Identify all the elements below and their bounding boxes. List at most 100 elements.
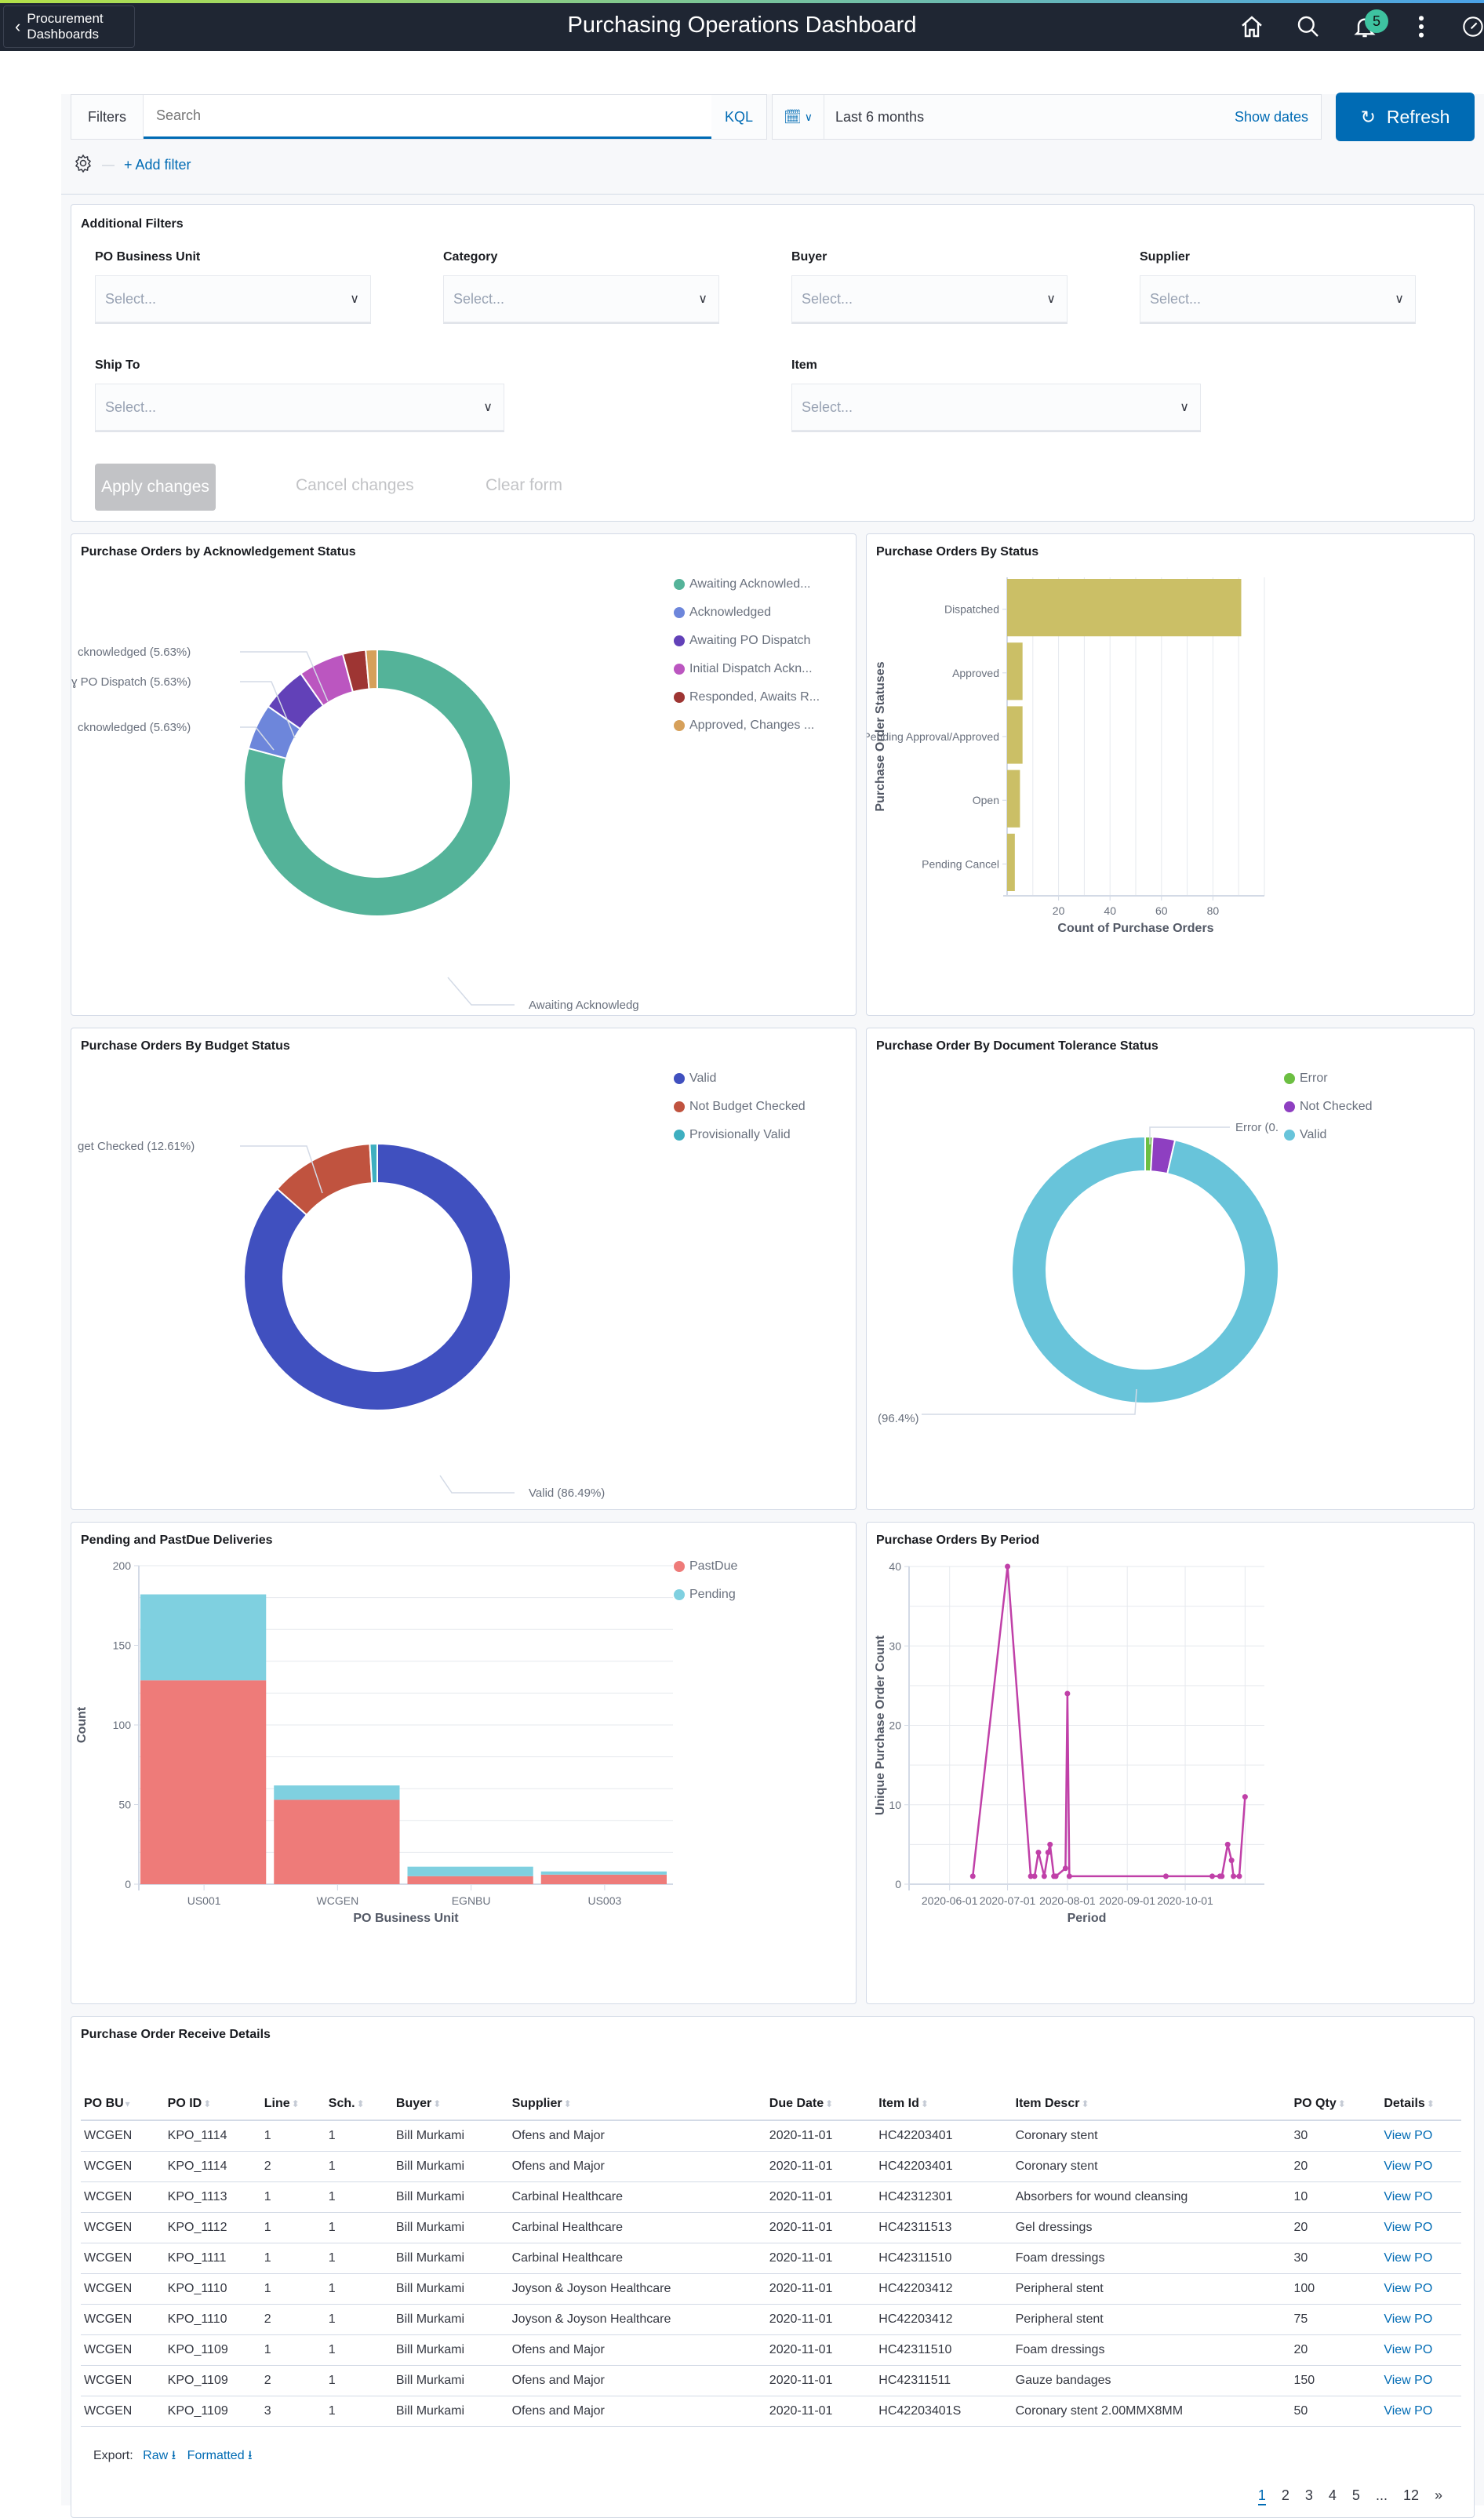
table-row: WCGEN KPO_1109 3 1 Bill Murkami Ofens and Maj… [81,2396,1461,2427]
column-header[interactable]: PO ID ⬍ [164,2087,261,2121]
column-header[interactable]: PO BU ▾ [81,2087,165,2121]
column-header[interactable]: Supplier ⬍ [508,2087,766,2121]
supplier-select[interactable]: Select... ∨ [1140,275,1416,322]
add-filter-link[interactable]: + Add filter [124,157,191,173]
sort-icon[interactable]: ⬍ [203,2098,211,2109]
view-po-link[interactable]: View PO [1380,2243,1461,2274]
sort-icon[interactable]: ⬍ [357,2098,365,2109]
legend-item[interactable]: Not Checked [1284,1093,1373,1121]
column-header[interactable]: Item Descr ⬍ [1012,2087,1291,2121]
sort-icon[interactable]: ⬍ [564,2098,572,2109]
table-cell: Ofens and Major [508,2365,766,2396]
view-po-link[interactable]: View PO [1380,2181,1461,2213]
page-4-button[interactable]: 4 [1329,2487,1337,2505]
query-bar: Filters KQL [71,94,767,140]
ship-to-select[interactable]: Select... ∨ [95,384,504,431]
column-header[interactable]: Buyer ⬍ [392,2087,509,2121]
legend-item[interactable]: Awaiting PO Dispatch [674,627,820,655]
buyer-select[interactable]: Select... ∨ [791,275,1068,322]
table-cell: 1 [325,2304,393,2335]
legend-item[interactable]: Not Budget Checked [674,1093,806,1121]
column-header[interactable]: Details ⬍ [1380,2087,1461,2121]
sort-icon[interactable]: ⬍ [1338,2098,1346,2109]
legend-item[interactable]: Valid [1284,1121,1373,1149]
sort-icon[interactable]: ⬍ [1081,2098,1089,2109]
search-icon[interactable] [1293,11,1324,42]
column-header[interactable]: Sch. ⬍ [325,2087,393,2121]
export-formatted-link[interactable]: Formatted ⭳ [187,2449,253,2462]
refresh-button[interactable]: ↻ Refresh [1336,93,1475,141]
show-dates-link[interactable]: Show dates [1235,109,1321,126]
legend-item[interactable]: Valid [674,1064,806,1093]
table-cell: 2020-11-01 [766,2120,876,2152]
more-icon[interactable] [1406,11,1437,42]
page-5-button[interactable]: 5 [1352,2487,1360,2505]
column-header[interactable]: PO Qty ⬍ [1290,2087,1381,2121]
legend-item[interactable]: Error [1284,1064,1373,1093]
export-raw-link[interactable]: Raw ⭳ [143,2449,176,2462]
cancel-changes-button[interactable]: Cancel changes [296,476,414,495]
y-tick-label: 40 [889,1560,901,1573]
search-field[interactable] [144,95,711,139]
ack-status-panel: Purchase Orders by Acknowledgement Statu… [71,533,857,1016]
compass-icon[interactable] [1462,11,1484,42]
home-icon[interactable] [1236,11,1268,42]
view-po-link[interactable]: View PO [1380,2334,1461,2366]
quick-date-menu-button[interactable]: 🗓 ∨ [773,95,824,139]
table-cell: Ofens and Major [508,2396,766,2427]
sort-icon[interactable]: ⬍ [825,2098,833,2109]
filter-settings-gear-icon[interactable] [74,154,93,176]
legend-item[interactable]: Provisionally Valid [674,1121,806,1149]
y-tick-label: 30 [889,1639,901,1652]
category-select[interactable]: Select... ∨ [443,275,719,322]
column-header[interactable]: Due Date ⬍ [766,2087,876,2121]
view-po-link[interactable]: View PO [1380,2212,1461,2243]
legend-item[interactable]: Pending [674,1581,737,1609]
legend-item[interactable]: Acknowledged [674,599,820,627]
y-tick-label: 50 [118,1799,131,1811]
additional-filters-panel: Additional Filters PO Business Unit Sele… [71,204,1475,522]
po-business-unit-select[interactable]: Select... ∨ [95,275,371,322]
view-po-link[interactable]: View PO [1380,2365,1461,2396]
next-page-button[interactable]: » [1435,2487,1442,2505]
legend-item[interactable]: Awaiting Acknowled... [674,570,820,599]
date-range-value[interactable]: Last 6 months [824,109,1235,126]
column-header[interactable]: Item Id ⬍ [875,2087,1013,2121]
search-input[interactable] [156,107,711,124]
sort-icon[interactable]: ⬍ [292,2098,300,2109]
item-select[interactable]: Select... ∨ [791,384,1201,431]
column-header-label: PO Qty [1293,2096,1337,2110]
legend-item[interactable]: PastDue [674,1552,737,1581]
sort-icon[interactable]: ⬍ [921,2098,929,2109]
sort-icon[interactable]: ⬍ [433,2098,441,2109]
legend-item[interactable]: Approved, Changes ... [674,711,820,740]
view-po-link[interactable]: View PO [1380,2151,1461,2182]
page-1-button[interactable]: 1 [1257,2487,1266,2505]
view-po-link[interactable]: View PO [1380,2273,1461,2305]
sort-desc-icon[interactable]: ▾ [125,2098,130,2109]
kql-toggle[interactable]: KQL [711,95,766,139]
page-12-button[interactable]: 12 [1403,2487,1419,2505]
notifications-button[interactable]: 5 [1349,9,1388,42]
table-cell: HC42312301 [875,2181,1013,2213]
x-tick-label: 2020-10-01 [1157,1894,1213,1907]
table-cell: Gauze bandages [1012,2365,1291,2396]
column-header[interactable]: Line ⬍ [260,2087,326,2121]
legend-item[interactable]: Initial Dispatch Ackn... [674,655,820,683]
clear-form-button[interactable]: Clear form [486,476,562,495]
field-label-item: Item [791,358,817,372]
table-cell: Ofens and Major [508,2334,766,2366]
table-cell: Ofens and Major [508,2120,766,2152]
view-po-link[interactable]: View PO [1380,2120,1461,2152]
sort-icon[interactable]: ⬍ [1427,2098,1435,2109]
back-to-procurement-dashboards-button[interactable]: ‹ Procurement Dashboards [3,5,135,48]
page-2-button[interactable]: 2 [1282,2487,1289,2505]
apply-changes-button[interactable]: Apply changes [95,464,216,511]
legend-swatch [674,579,685,590]
page-3-button[interactable]: 3 [1305,2487,1313,2505]
table-cell: Peripheral stent [1012,2273,1291,2305]
view-po-link[interactable]: View PO [1380,2304,1461,2335]
view-po-link[interactable]: View PO [1380,2396,1461,2427]
series-line [972,1566,1246,1878]
legend-item[interactable]: Responded, Awaits R... [674,683,820,711]
